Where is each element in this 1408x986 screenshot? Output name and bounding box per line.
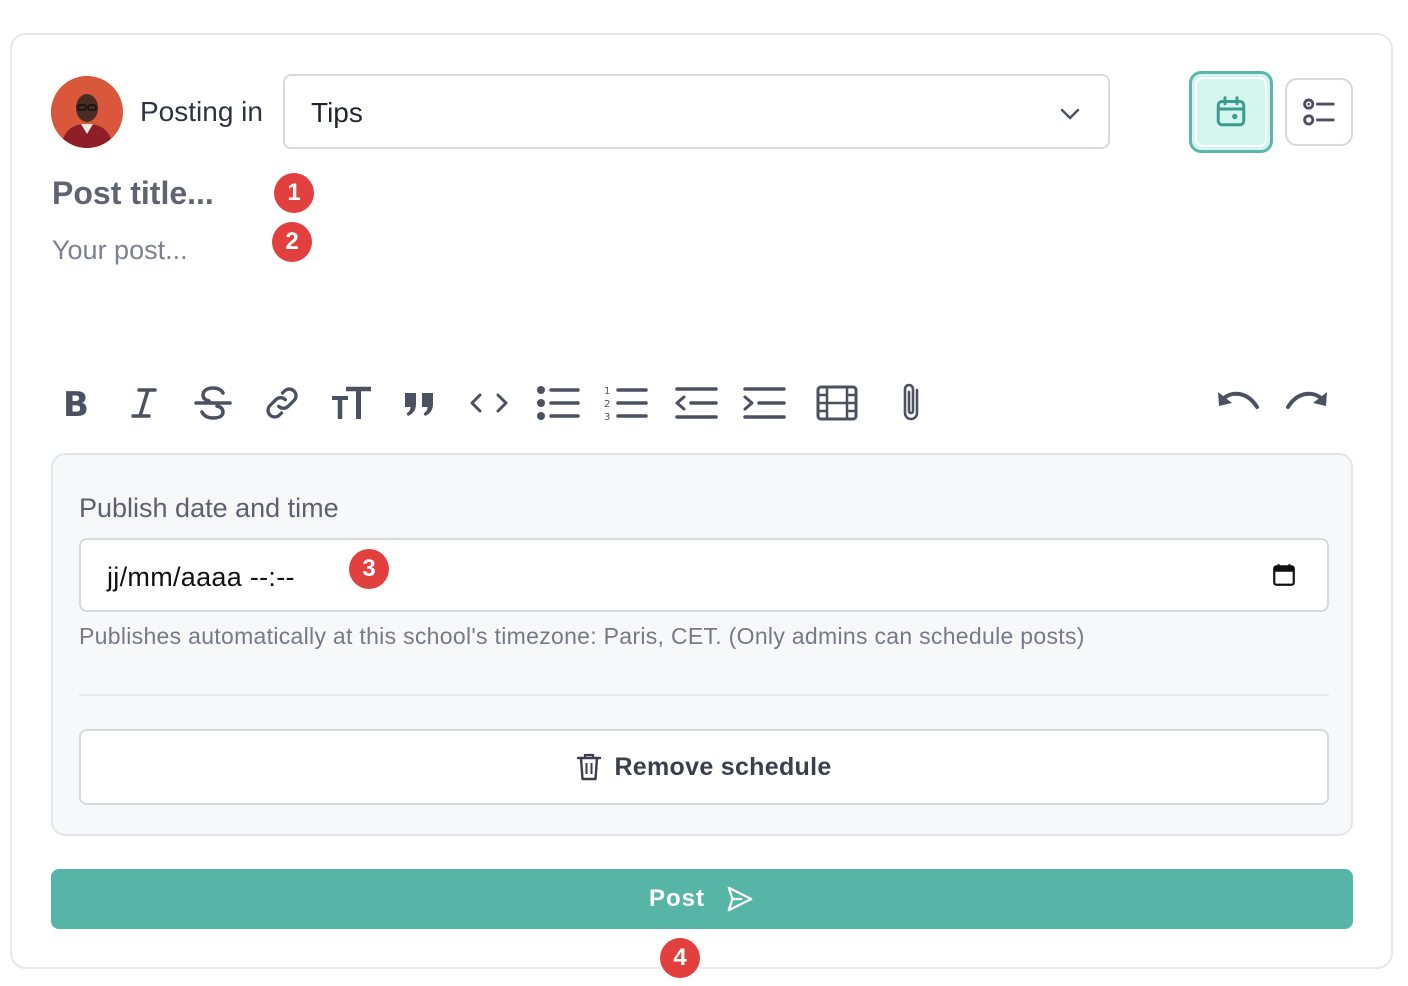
code-icon[interactable] <box>466 380 512 426</box>
quote-icon[interactable] <box>397 380 443 426</box>
indent-icon[interactable] <box>741 380 787 426</box>
redo-icon[interactable] <box>1284 380 1330 426</box>
checklist-icon <box>1303 98 1335 126</box>
publish-datetime-input[interactable]: jj/mm/aaaa --:-- <box>79 538 1329 612</box>
checklist-button[interactable] <box>1285 78 1353 146</box>
video-icon[interactable] <box>814 380 860 426</box>
trash-icon <box>577 753 602 781</box>
undo-icon[interactable] <box>1215 380 1261 426</box>
calendar-picker-icon[interactable] <box>1271 562 1297 588</box>
svg-text:1: 1 <box>604 386 610 397</box>
timezone-hint: Publishes automatically at this school's… <box>79 623 1085 649</box>
schedule-panel: Publish date and time jj/mm/aaaa --:-- P… <box>51 453 1353 836</box>
bullet-list-icon[interactable] <box>535 380 581 426</box>
post-button-label: Post <box>648 885 705 912</box>
outdent-icon[interactable] <box>673 380 719 426</box>
publish-date-label: Publish date and time <box>79 493 339 523</box>
svg-text:2: 2 <box>604 399 610 410</box>
category-select[interactable]: Tips <box>283 74 1110 149</box>
annotation-marker: 1 <box>274 173 314 213</box>
posting-in-label: Posting in <box>140 96 263 127</box>
calendar-icon <box>1216 96 1246 127</box>
remove-schedule-label: Remove schedule <box>614 752 832 781</box>
avatar <box>51 76 123 148</box>
svg-text:B: B <box>63 386 89 420</box>
category-select-value: Tips <box>311 97 363 128</box>
numbered-list-icon[interactable]: 1 2 3 <box>603 380 649 426</box>
bold-icon[interactable]: B <box>52 380 98 426</box>
annotation-marker: 2 <box>272 222 312 262</box>
post-body-input[interactable]: Your post... <box>52 235 188 266</box>
svg-text:3: 3 <box>604 412 610 423</box>
attachment-icon[interactable] <box>889 380 935 426</box>
datetime-value: jj/mm/aaaa --:-- <box>107 562 295 592</box>
annotation-marker: 3 <box>349 549 389 589</box>
strikethrough-icon[interactable] <box>190 380 236 426</box>
chevron-down-icon <box>1060 108 1080 120</box>
divider <box>79 694 1329 696</box>
italic-icon[interactable] <box>121 380 167 426</box>
schedule-button[interactable] <box>1189 71 1273 153</box>
post-button[interactable]: Post <box>51 869 1353 929</box>
text-size-icon[interactable] <box>328 380 374 426</box>
annotation-marker: 4 <box>660 938 700 978</box>
send-icon <box>727 886 753 912</box>
link-icon[interactable] <box>259 380 305 426</box>
remove-schedule-button[interactable]: Remove schedule <box>79 729 1329 805</box>
post-title-input[interactable]: Post title... <box>52 175 214 212</box>
